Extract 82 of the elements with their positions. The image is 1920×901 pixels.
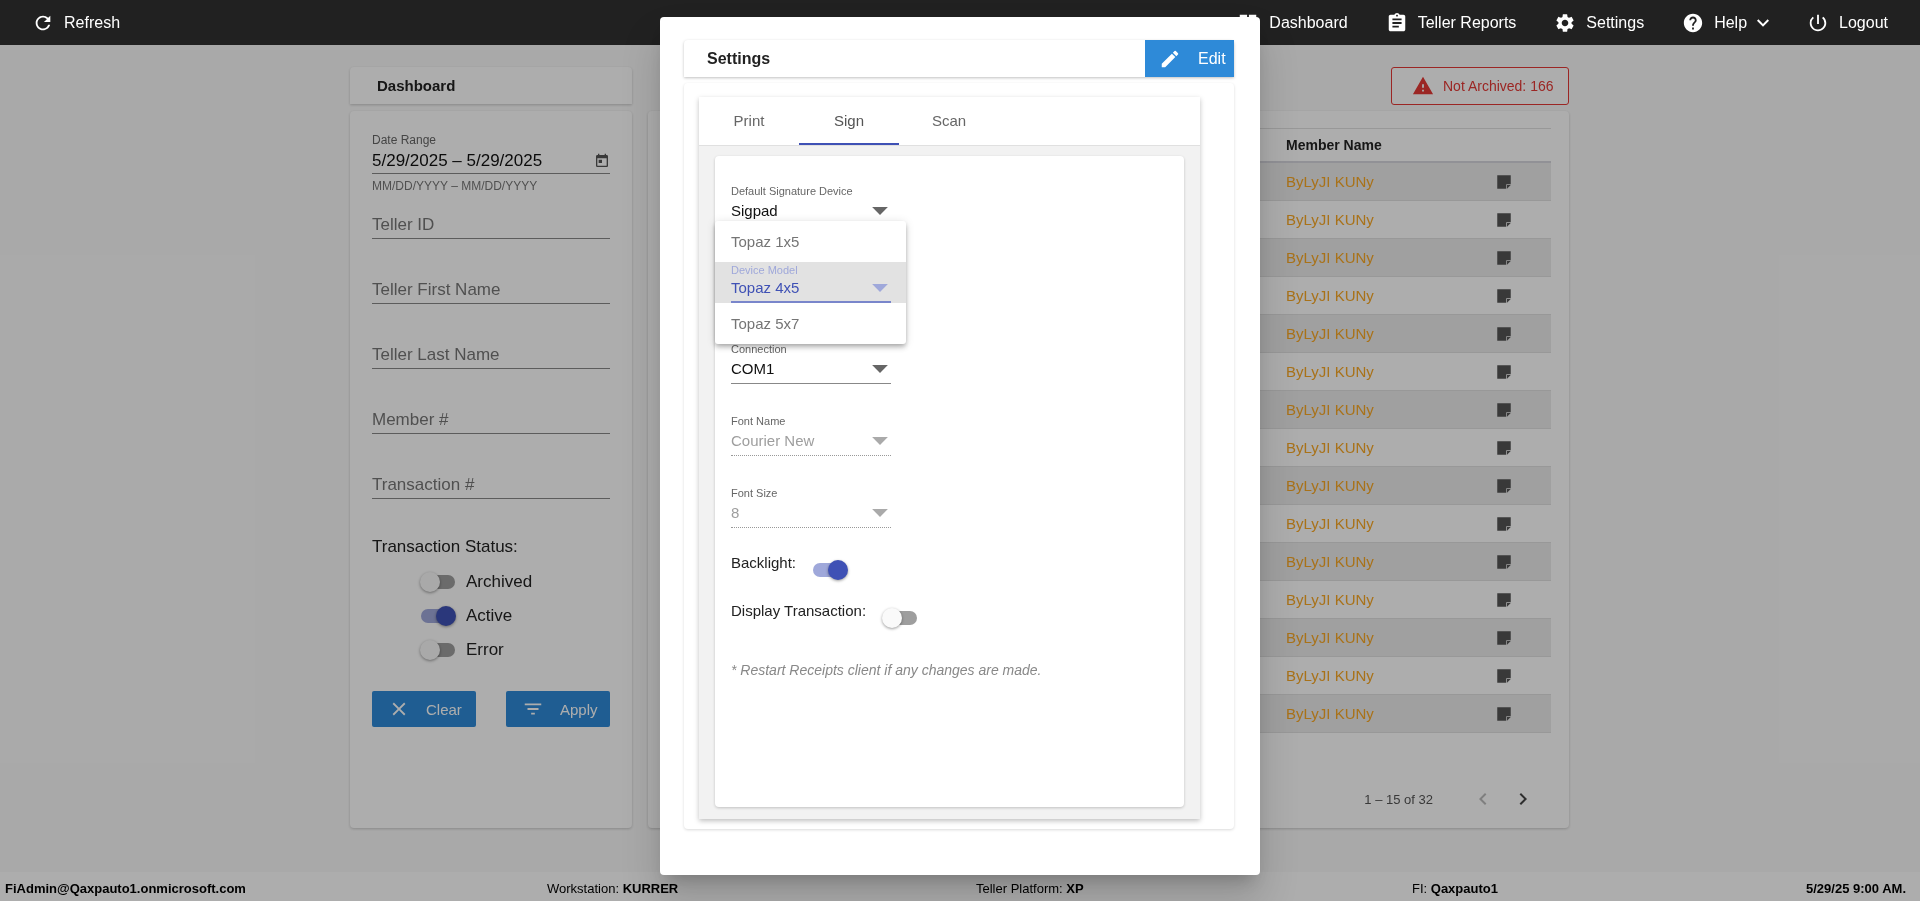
help-icon bbox=[1682, 11, 1705, 34]
note-icon bbox=[1495, 666, 1513, 685]
refresh-button[interactable]: Refresh bbox=[32, 11, 121, 34]
member-name-cell-text: ByLyJI KUNy bbox=[1286, 249, 1375, 266]
note-icon bbox=[1495, 590, 1513, 609]
toggle-label: Error bbox=[466, 640, 504, 660]
panel-header: Dashboard bbox=[350, 67, 632, 104]
field-label: Font Size bbox=[731, 486, 779, 500]
member-name-cell-text: ByLyJI KUNy bbox=[1286, 553, 1375, 570]
settings-icon bbox=[1554, 11, 1577, 34]
note-icon bbox=[1495, 286, 1513, 305]
note-icon bbox=[1495, 248, 1513, 267]
date-range-field[interactable]: 5/29/2025 – 5/29/2025 bbox=[372, 149, 610, 174]
input-field[interactable]: Member # bbox=[372, 406, 610, 434]
field-hint: MM/DD/YYYY – MM/DD/YYYY bbox=[372, 179, 539, 193]
status-text: Workstation: KURRER bbox=[547, 880, 680, 896]
calendar-icon bbox=[594, 153, 610, 169]
toggle-switch[interactable] bbox=[812, 560, 849, 580]
toggle-switch[interactable] bbox=[882, 608, 919, 628]
member-name-cell-text: ByLyJI KUNy bbox=[1286, 173, 1375, 190]
menu-option[interactable]: Topaz 5x7 bbox=[715, 303, 906, 344]
toggle-switch[interactable] bbox=[420, 572, 456, 592]
menu-option[interactable]: Device Model Topaz 4x5 bbox=[715, 262, 906, 303]
option-text: Topaz 4x5 bbox=[731, 277, 800, 298]
note-icon bbox=[1495, 628, 1513, 647]
nav-button[interactable]: Teller Reports bbox=[1385, 11, 1517, 34]
tab[interactable]: Scan bbox=[899, 97, 999, 145]
paginator-range: 1 – 15 of 32 bbox=[1364, 791, 1433, 807]
section-label: Transaction Status: bbox=[372, 537, 519, 557]
note-icon bbox=[1495, 514, 1513, 533]
nav-button[interactable]: Logout bbox=[1807, 11, 1888, 34]
field-label: Connection bbox=[731, 342, 788, 356]
member-name-cell-text: ByLyJI KUNy bbox=[1286, 667, 1375, 684]
member-name-cell-text: ByLyJI KUNy bbox=[1286, 439, 1375, 456]
nav-button[interactable]: Help bbox=[1682, 11, 1770, 34]
note-icon bbox=[1495, 172, 1513, 191]
status-text: 5/29/25 9:00 AM. bbox=[1806, 880, 1906, 896]
member-name-cell-text: ByLyJI KUNy bbox=[1286, 401, 1375, 418]
note-icon bbox=[1495, 362, 1513, 381]
note-icon bbox=[1495, 704, 1513, 723]
caret-icon bbox=[1757, 18, 1770, 27]
member-name-cell-text: ByLyJI KUNy bbox=[1286, 363, 1375, 380]
warning-icon bbox=[1412, 75, 1434, 97]
toggle-label: Display Transaction: bbox=[731, 602, 867, 619]
member-name-cell-text: ByLyJI KUNy bbox=[1286, 211, 1375, 228]
input-field[interactable]: Teller Last Name bbox=[372, 341, 610, 369]
member-name-cell-text: ByLyJI KUNy bbox=[1286, 705, 1375, 722]
input-field[interactable]: Teller ID bbox=[372, 211, 610, 239]
status-text: Teller Platform: XP bbox=[976, 880, 1085, 896]
field-label: Device Model bbox=[731, 262, 798, 277]
toggle-switch[interactable] bbox=[420, 606, 456, 626]
field-label: Default Signature Device bbox=[731, 184, 854, 198]
select-field[interactable]: COM1 bbox=[731, 358, 891, 384]
dialog-title: Settings bbox=[707, 49, 771, 68]
tab[interactable]: Print bbox=[699, 97, 799, 145]
toggle-switch[interactable] bbox=[420, 640, 456, 660]
edit-button[interactable]: Edit bbox=[1145, 40, 1234, 77]
note-text: * Restart Receipts client if any changes are made. bbox=[731, 662, 1043, 678]
note-icon bbox=[1495, 324, 1513, 343]
column-header: Member Name bbox=[1286, 137, 1382, 153]
toggle-label: Active bbox=[466, 606, 513, 626]
input-field[interactable]: Teller First Name bbox=[372, 276, 610, 304]
member-name-cell-text: ByLyJI KUNy bbox=[1286, 287, 1375, 304]
input-field[interactable]: Transaction # bbox=[372, 471, 610, 499]
status-text: FiAdmin@Qaxpauto1.onmicrosoft.com bbox=[5, 880, 247, 896]
nav-button[interactable]: Settings bbox=[1554, 11, 1645, 34]
note-icon bbox=[1495, 210, 1513, 229]
member-name-cell-text: ByLyJI KUNy bbox=[1286, 477, 1375, 494]
toggle-label: Archived bbox=[466, 572, 533, 592]
member-name-cell-text: ByLyJI KUNy bbox=[1286, 325, 1375, 342]
member-name-cell-text: ByLyJI KUNy bbox=[1286, 515, 1375, 532]
field-label: Date Range bbox=[372, 133, 438, 149]
member-name-cell-text: ByLyJI KUNy bbox=[1286, 629, 1375, 646]
badge-text: Not Archived: 166 bbox=[1443, 78, 1554, 94]
note-icon bbox=[1495, 400, 1513, 419]
member-name-cell-text: ByLyJI KUNy bbox=[1286, 591, 1375, 608]
note-icon bbox=[1495, 476, 1513, 495]
field-label: Font Name bbox=[731, 414, 787, 428]
toggle-label: Backlight: bbox=[731, 554, 797, 571]
note-icon bbox=[1495, 438, 1513, 457]
note-icon bbox=[1495, 552, 1513, 571]
status-text: FI: Qaxpauto1 bbox=[1412, 880, 1498, 896]
